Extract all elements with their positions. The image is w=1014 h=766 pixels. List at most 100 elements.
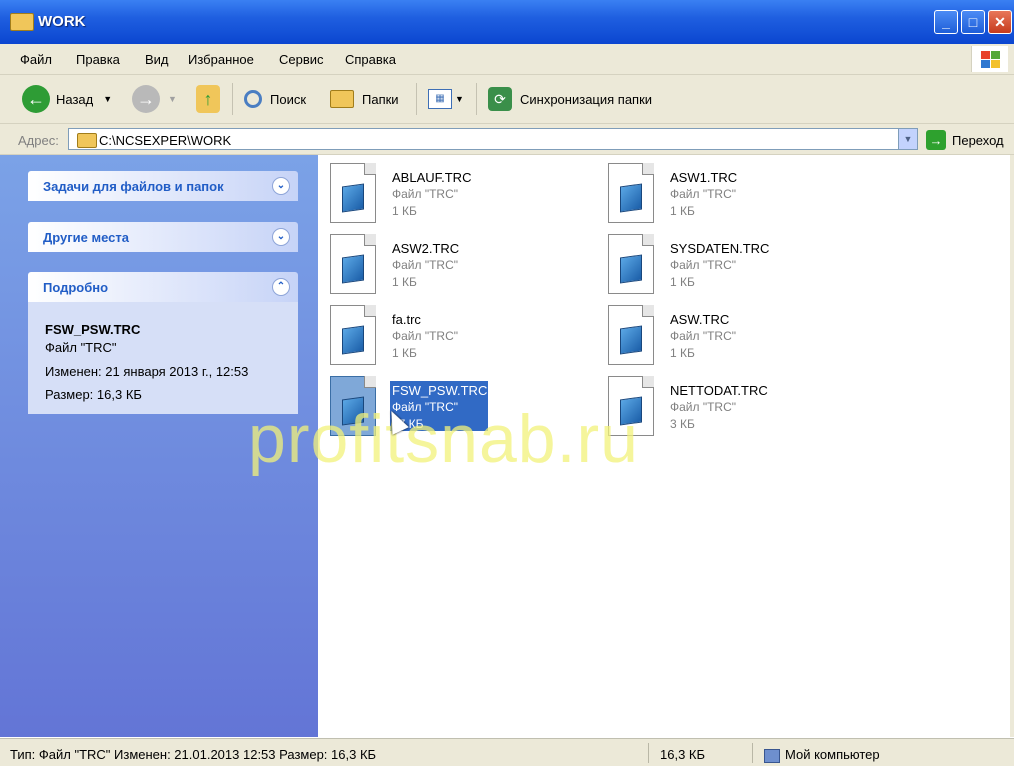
file-item[interactable]: SYSDATEN.TRC Файл "TRC" 1 КБ [596,229,856,296]
back-label: Назад [56,91,94,107]
address-input[interactable]: C:\NCSEXPER\WORK ▼ [68,128,918,150]
address-bar: Адрес: C:\NCSEXPER\WORK ▼ → Переход [0,124,1014,155]
back-button[interactable]: ← Назад ▼ [22,83,112,115]
go-arrow-icon: → [926,130,946,150]
file-icon [330,234,380,296]
file-size: 1 КБ [670,346,695,360]
minimize-button[interactable]: _ [934,10,958,34]
file-type: Файл "TRC" [670,258,737,272]
file-type: Файл "TRC" [392,329,459,343]
up-folder-icon: ↑ [196,85,220,113]
close-button[interactable]: ✕ [988,10,1012,34]
file-size: 1 КБ [670,204,695,218]
up-folder-button[interactable]: ↑ [196,83,220,115]
title-bar[interactable]: WORK _ □ ✕ [0,0,1014,44]
file-item[interactable]: ABLAUF.TRC Файл "TRC" 1 КБ [318,158,578,225]
menu-view[interactable]: Вид [145,52,169,67]
file-name: ASW1.TRC [670,170,738,185]
menu-tools[interactable]: Сервис [279,52,324,67]
status-divider [648,743,649,763]
computer-icon [764,748,780,763]
sync-icon: ⟳ [488,87,512,111]
folders-label: Папки [362,91,399,107]
file-item[interactable]: ASW1.TRC Файл "TRC" 1 КБ [596,158,856,225]
menu-file[interactable]: Файл [20,52,52,67]
go-button[interactable]: → Переход [926,129,1004,151]
file-name: NETTODAT.TRC [670,383,768,398]
file-size: 3 КБ [670,417,695,431]
panel-title: Задачи для файлов и папок [43,179,224,194]
panel-title: Подробно [43,280,109,295]
file-type: Файл "TRC" [670,400,737,414]
file-size: 1 КБ [392,346,417,360]
status-divider [752,743,753,763]
panel-other-places[interactable]: Другие места ⌄ [28,222,298,252]
file-name: ASW2.TRC [392,241,460,256]
file-name: ABLAUF.TRC [392,170,472,185]
forward-button[interactable]: → ▼ [132,83,177,115]
file-icon [608,305,658,367]
file-icon [330,305,380,367]
folders-button[interactable]: Папки [330,83,399,115]
maximize-button[interactable]: □ [961,10,985,34]
menu-edit[interactable]: Правка [76,52,120,67]
chevron-down-icon[interactable]: ▼ [455,94,464,104]
back-arrow-icon: ← [22,85,50,113]
file-type: Файл "TRC" [670,329,737,343]
chevron-down-icon[interactable]: ▼ [898,129,917,149]
panel-details[interactable]: Подробно ⌃ [28,272,298,302]
status-info: Тип: Файл "TRC" Изменен: 21.01.2013 12:5… [10,747,377,762]
file-icon [330,163,380,225]
status-location-label: Мой компьютер [785,747,880,762]
menu-favorites[interactable]: Избранное [188,52,254,67]
chevron-down-icon[interactable]: ▼ [103,94,112,104]
status-size: 16,3 КБ [660,747,706,762]
file-size: 1 КБ [392,275,417,289]
panel-title: Другие места [43,230,130,245]
file-icon [608,163,658,225]
status-location: Мой компьютер [764,747,880,763]
search-label: Поиск [270,91,307,107]
menu-bar: Файл Правка Вид Избранное Сервис Справка [0,44,1014,75]
views-icon: ▦ [428,89,452,109]
menu-help[interactable]: Справка [345,52,396,67]
toolbar-divider [416,83,417,115]
toolbar-divider [232,83,233,115]
window-title: WORK [38,13,86,30]
folders-icon [330,90,354,108]
file-size: 1 КБ [392,204,417,218]
file-item[interactable]: fa.trc Файл "TRC" 1 КБ [318,300,578,367]
chevron-up-icon[interactable]: ⌃ [272,278,290,296]
panel-file-tasks[interactable]: Задачи для файлов и папок ⌄ [28,171,298,201]
windows-logo-icon [971,46,1008,72]
folder-icon [10,13,34,31]
address-label: Адрес: [18,133,59,148]
chevron-down-icon[interactable]: ▼ [168,94,177,104]
forward-arrow-icon: → [132,85,160,113]
details-file-type: Файл "TRC" [45,340,117,355]
details-modified: Изменен: 21 января 2013 г., 12:53 [45,364,249,379]
status-bar: Тип: Файл "TRC" Изменен: 21.01.2013 12:5… [0,738,1014,766]
sync-label: Синхронизация папки [520,91,653,107]
file-name: fa.trc [392,312,421,327]
toolbar: ← Назад ▼ → ▼ ↑ Поиск Папки ▦ ▼ ⟳ Синхро… [0,75,1014,124]
file-item[interactable]: ASW2.TRC Файл "TRC" 1 КБ [318,229,578,296]
chevron-down-icon[interactable]: ⌄ [272,228,290,246]
watermark: profitsnab.ru [248,401,639,477]
views-button[interactable]: ▦ ▼ [428,83,464,115]
sync-folder-button[interactable]: ⟳ Синхронизация папки [488,83,652,115]
address-path: C:\NCSEXPER\WORK [99,133,232,148]
window-border [1010,155,1014,737]
file-name: ASW.TRC [670,312,730,327]
chevron-down-icon[interactable]: ⌄ [272,177,290,195]
details-size: Размер: 16,3 КБ [45,387,142,402]
file-icon [608,234,658,296]
details-body: FSW_PSW.TRC Файл "TRC" Изменен: 21 январ… [28,302,298,414]
toolbar-divider [476,83,477,115]
file-item[interactable]: ASW.TRC Файл "TRC" 1 КБ [596,300,856,367]
search-icon [244,90,262,108]
search-button[interactable]: Поиск [244,83,306,115]
file-size: 1 КБ [670,275,695,289]
file-name: SYSDATEN.TRC [670,241,770,256]
folder-icon [77,133,97,148]
